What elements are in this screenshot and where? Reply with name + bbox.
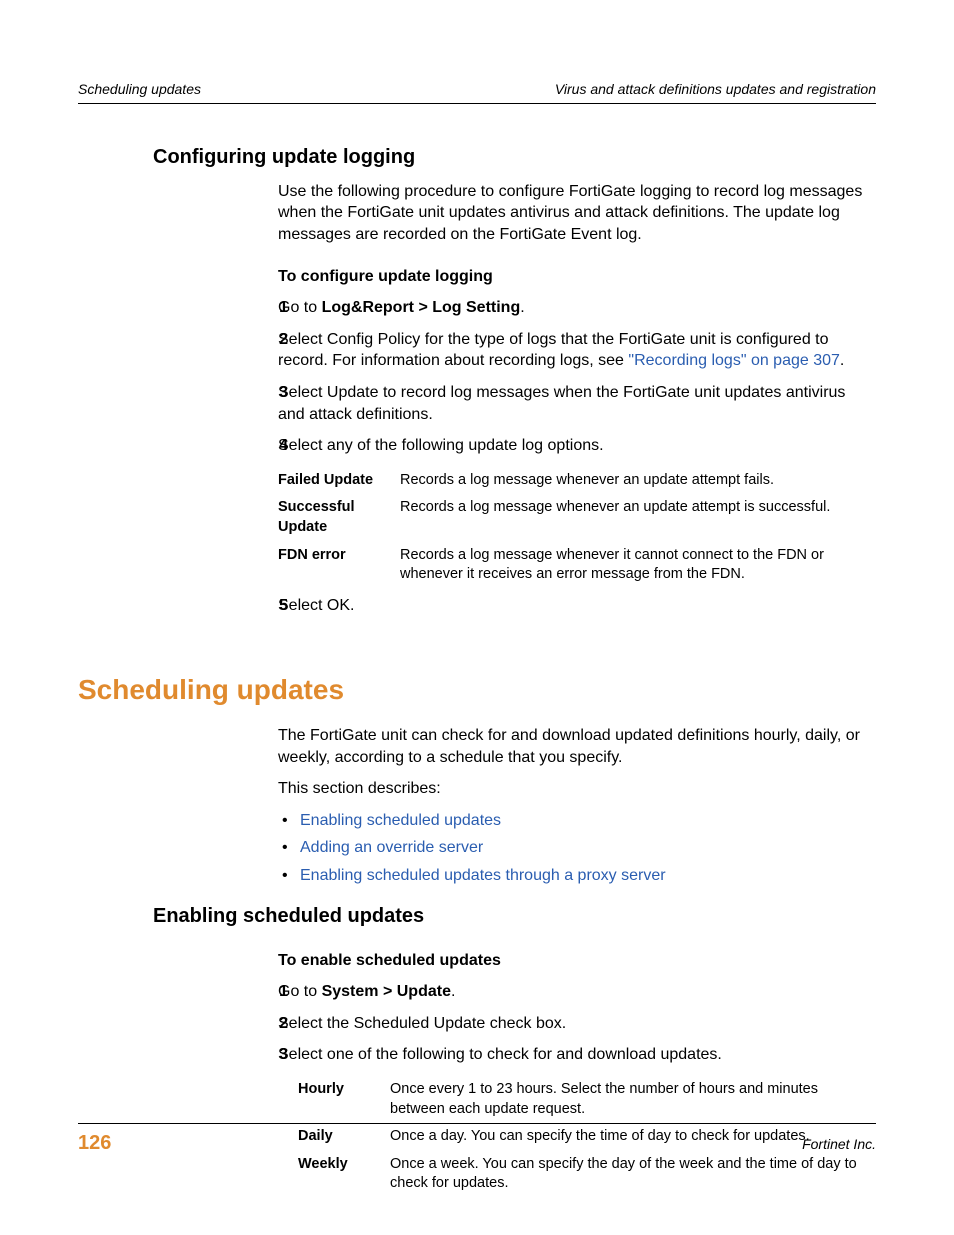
page: Scheduling updates Virus and attack defi… — [0, 0, 954, 1235]
page-number: 126 — [78, 1130, 111, 1157]
link-adding-override-server[interactable]: Adding an override server — [300, 839, 483, 856]
desc: Once a week. You can specify the day of … — [390, 1151, 876, 1198]
intro-text: Use the following procedure to configure… — [278, 181, 876, 246]
table-row: Weekly Once a week. You can specify the … — [298, 1151, 876, 1198]
step-text-tail: . — [520, 299, 524, 316]
section3-steps: 1 Go to System > Update. 2 Select the Sc… — [278, 981, 876, 1198]
step-number: 3 — [248, 1044, 288, 1066]
step-text: Select Update to record log messages whe… — [278, 384, 845, 423]
footer-company: Fortinet Inc. — [802, 1135, 876, 1154]
term-weekly: Weekly — [298, 1151, 390, 1198]
procedure-title: To configure update logging — [278, 266, 876, 288]
step-1: 1 Go to System > Update. — [278, 981, 876, 1003]
header-left: Scheduling updates — [78, 80, 201, 99]
procedure-title: To enable scheduled updates — [278, 950, 876, 972]
step-3: 3 Select one of the following to check f… — [278, 1044, 876, 1066]
step-5: 5 Select OK. — [278, 595, 876, 617]
table-row: Successful Update Records a log message … — [278, 494, 876, 541]
step-number: 1 — [248, 981, 288, 1003]
intro-text-2: This section describes: — [278, 778, 876, 800]
list-item: Enabling scheduled updates — [278, 810, 876, 832]
term-hourly: Hourly — [298, 1076, 390, 1123]
running-header: Scheduling updates Virus and attack defi… — [78, 80, 876, 104]
term-failed-update: Failed Update — [278, 467, 400, 495]
bullet-list: Enabling scheduled updates Adding an ove… — [278, 810, 876, 887]
step-text: Select OK. — [278, 597, 354, 614]
step-number: 2 — [248, 329, 288, 351]
desc: Records a log message whenever it cannot… — [400, 542, 876, 589]
step-2: 2 Select Config Policy for the type of l… — [278, 329, 876, 372]
desc: Records a log message whenever an update… — [400, 467, 876, 495]
step-text: Select the Scheduled Update check box. — [278, 1015, 566, 1032]
menu-path: Log&Report > Log Setting — [322, 299, 521, 316]
step-text-tail: . — [840, 352, 844, 369]
section1-steps: 1 Go to Log&Report > Log Setting. 2 Sele… — [278, 297, 876, 616]
term-fdn-error: FDN error — [278, 542, 400, 589]
desc: Records a log message whenever an update… — [400, 494, 876, 541]
section3-body: To enable scheduled updates — [278, 950, 876, 972]
menu-path: System > Update — [322, 983, 451, 1000]
step-number: 1 — [248, 297, 288, 319]
heading-configuring-update-logging: Configuring update logging — [153, 144, 876, 171]
section1-intro: Use the following procedure to configure… — [278, 181, 876, 287]
step-number: 2 — [248, 1013, 288, 1035]
log-options-table: Failed Update Records a log message when… — [278, 467, 876, 589]
step-1: 1 Go to Log&Report > Log Setting. — [278, 297, 876, 319]
step-text: Select any of the following update log o… — [278, 437, 604, 454]
heading-enabling-scheduled-updates: Enabling scheduled updates — [153, 903, 876, 930]
step-3: 3 Select Update to record log messages w… — [278, 382, 876, 425]
header-right: Virus and attack definitions updates and… — [555, 80, 876, 99]
step-text-tail: . — [451, 983, 455, 1000]
page-footer: 126 Fortinet Inc. — [78, 1123, 876, 1157]
heading-scheduling-updates: Scheduling updates — [78, 671, 876, 709]
step-number: 5 — [248, 595, 288, 617]
step-number: 4 — [248, 435, 288, 457]
link-recording-logs[interactable]: "Recording logs" on page 307 — [628, 352, 840, 369]
intro-text: The FortiGate unit can check for and dow… — [278, 725, 876, 768]
step-2: 2 Select the Scheduled Update check box. — [278, 1013, 876, 1035]
table-row: Failed Update Records a log message when… — [278, 467, 876, 495]
table-row: Hourly Once every 1 to 23 hours. Select … — [298, 1076, 876, 1123]
step-4: 4 Select any of the following update log… — [278, 435, 876, 457]
step-text: Select one of the following to check for… — [278, 1046, 722, 1063]
step-number: 3 — [248, 382, 288, 404]
list-item: Adding an override server — [278, 837, 876, 859]
link-enabling-through-proxy[interactable]: Enabling scheduled updates through a pro… — [300, 867, 666, 884]
table-row: FDN error Records a log message whenever… — [278, 542, 876, 589]
section2-body: The FortiGate unit can check for and dow… — [278, 725, 876, 887]
link-enabling-scheduled-updates[interactable]: Enabling scheduled updates — [300, 812, 501, 829]
term-successful-update: Successful Update — [278, 494, 400, 541]
list-item: Enabling scheduled updates through a pro… — [278, 865, 876, 887]
desc: Once every 1 to 23 hours. Select the num… — [390, 1076, 876, 1123]
